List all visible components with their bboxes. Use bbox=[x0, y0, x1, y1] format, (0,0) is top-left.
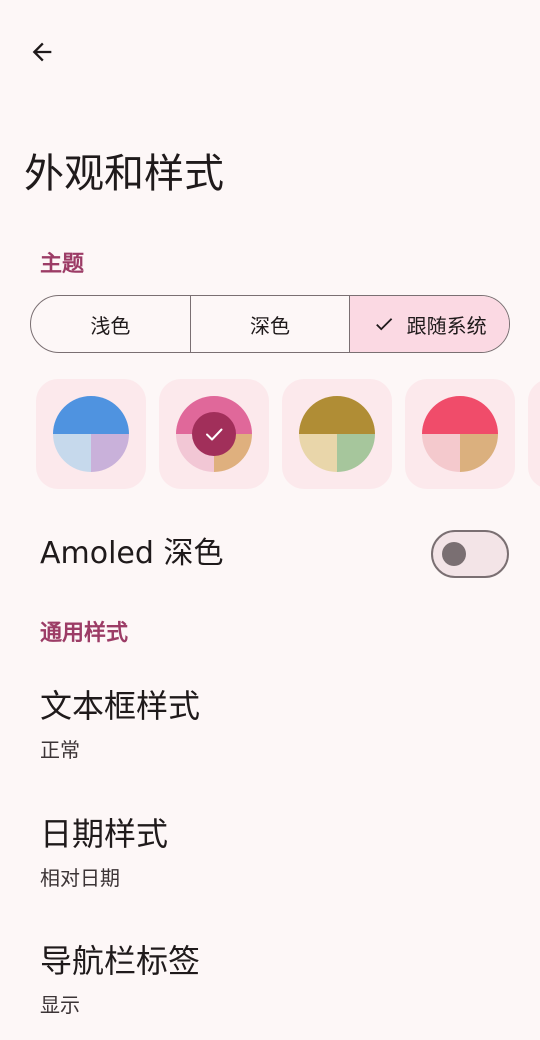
color-scheme-list bbox=[36, 379, 540, 489]
color-scheme-red[interactable] bbox=[405, 379, 515, 489]
toggle-thumb bbox=[442, 542, 466, 566]
theme-mode-selector: 浅色 深色 跟随系统 bbox=[30, 295, 510, 353]
theme-mode-light[interactable]: 浅色 bbox=[31, 296, 191, 352]
theme-mode-system-label: 跟随系统 bbox=[406, 313, 487, 338]
setting-item-date-style[interactable]: 日期样式 相对日期 bbox=[0, 812, 540, 912]
color-scheme-partial[interactable] bbox=[528, 379, 540, 489]
setting-item-nav-bar-labels[interactable]: 导航栏标签 显示 bbox=[0, 939, 540, 1039]
back-button[interactable] bbox=[20, 30, 64, 74]
check-icon bbox=[373, 313, 395, 335]
color-swatch-olive bbox=[299, 396, 375, 472]
setting-value: 相对日期 bbox=[40, 866, 120, 890]
color-swatch-pink bbox=[176, 396, 252, 472]
setting-title: 日期样式 bbox=[40, 815, 169, 853]
setting-title: 文本框样式 bbox=[40, 687, 201, 725]
theme-section-header: 主题 bbox=[40, 252, 85, 277]
theme-mode-system[interactable]: 跟随系统 bbox=[350, 296, 509, 352]
setting-item-text-field-style[interactable]: 文本框样式 正常 bbox=[0, 684, 540, 784]
setting-title: 导航栏标签 bbox=[40, 942, 201, 980]
setting-value: 正常 bbox=[40, 738, 80, 762]
color-swatch-blue bbox=[53, 396, 129, 472]
theme-mode-dark[interactable]: 深色 bbox=[191, 296, 351, 352]
theme-mode-light-label: 浅色 bbox=[90, 313, 131, 338]
arrow-left-icon bbox=[32, 42, 52, 62]
amoled-setting-row[interactable]: Amoled 深色 bbox=[0, 522, 540, 586]
setting-value: 显示 bbox=[40, 993, 80, 1017]
theme-mode-dark-label: 深色 bbox=[250, 313, 290, 338]
appearance-settings-screen: 外观和样式 主题 浅色 深色 跟随系统 Amoled 深色 通用样式 文本框样式… bbox=[0, 0, 540, 1040]
general-section-header: 通用样式 bbox=[40, 621, 129, 646]
amoled-toggle[interactable] bbox=[431, 530, 509, 578]
amoled-label: Amoled 深色 bbox=[40, 536, 224, 571]
color-swatch-red bbox=[422, 396, 498, 472]
color-scheme-olive[interactable] bbox=[282, 379, 392, 489]
page-title: 外观和样式 bbox=[24, 151, 224, 197]
color-scheme-blue[interactable] bbox=[36, 379, 146, 489]
color-scheme-pink[interactable] bbox=[159, 379, 269, 489]
